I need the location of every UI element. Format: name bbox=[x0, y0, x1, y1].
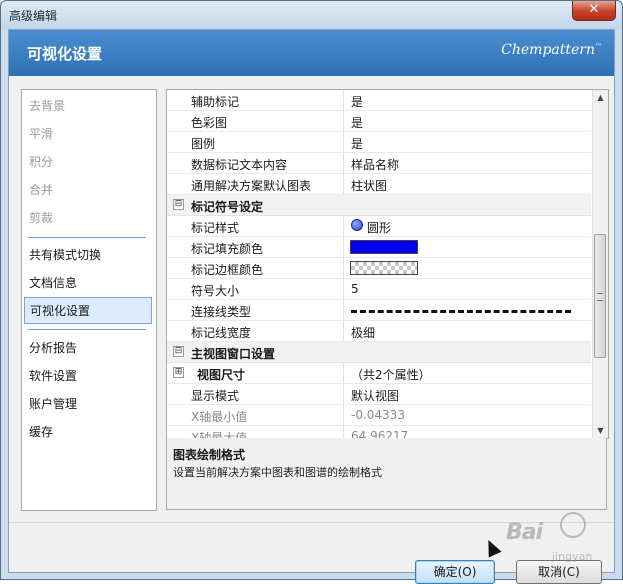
sidebar-item-integrate[interactable]: 积分 bbox=[24, 149, 152, 176]
property-name: X轴最小值 bbox=[191, 410, 248, 424]
property-value[interactable]: 是 bbox=[351, 135, 363, 152]
transparent-color-swatch[interactable] bbox=[350, 261, 418, 275]
property-name: 连接线类型 bbox=[191, 305, 252, 319]
collapse-icon[interactable]: ⊟ bbox=[173, 199, 184, 210]
category-title: 标记符号设定 bbox=[191, 200, 264, 214]
dashed-line-preview[interactable] bbox=[351, 310, 571, 313]
circle-marker-icon bbox=[351, 219, 363, 231]
property-row-marker-style[interactable]: 标记样式 圆形 bbox=[167, 216, 591, 237]
sidebar-item-smooth[interactable]: 平滑 bbox=[24, 121, 152, 148]
close-button[interactable]: ✕ bbox=[572, 1, 616, 21]
sidebar-item-visualization[interactable]: 可视化设置 bbox=[24, 297, 152, 324]
property-value: （共2个属性） bbox=[351, 368, 431, 382]
sidebar-item-document-info[interactable]: 文档信息 bbox=[24, 270, 152, 297]
property-row-fill-color[interactable]: 标记填充颜色 bbox=[167, 237, 591, 258]
collapse-icon[interactable]: ⊟ bbox=[173, 346, 184, 357]
property-value[interactable]: 样品名称 bbox=[351, 156, 399, 173]
property-name: 色彩图 bbox=[191, 116, 228, 130]
property-row[interactable]: 数据标记文本内容 样品名称 bbox=[167, 153, 591, 174]
property-grid: 辅助标记 是 色彩图 是 图例 是 数据标记文本内容 样品名称 通用解决方案默认… bbox=[166, 89, 609, 439]
property-row-x-min[interactable]: X轴最小值 -0.04333 bbox=[167, 405, 591, 426]
grip-icon bbox=[597, 293, 603, 301]
property-name: 辅助标记 bbox=[191, 95, 240, 109]
property-name: 数据标记文本内容 bbox=[191, 158, 288, 172]
scroll-up-icon[interactable]: ▲ bbox=[593, 90, 608, 105]
property-row[interactable]: 通用解决方案默认图表 柱状图 bbox=[167, 174, 591, 195]
window-title: 高级编辑 bbox=[9, 9, 58, 23]
watermark-brand: Bai bbox=[506, 520, 543, 545]
brand-name: Chempattern bbox=[501, 42, 595, 58]
property-name: 标记样式 bbox=[191, 221, 240, 235]
property-row[interactable]: 图例 是 bbox=[167, 132, 591, 153]
dialog-client-area: 可视化设置 Chempattern™ 去背景 平滑 积分 合并 剪裁 共有模式切… bbox=[8, 29, 615, 584]
trademark-symbol: ™ bbox=[595, 42, 602, 51]
property-value[interactable]: -0.04333 bbox=[351, 408, 405, 422]
dialog-window: 高级编辑 ✕ 可视化设置 Chempattern™ 去背景 平滑 积分 合并 剪… bbox=[0, 0, 623, 584]
ok-button[interactable]: 确定(O) bbox=[415, 560, 495, 584]
watermark-logo: Bai jingyan bbox=[500, 510, 618, 574]
sidebar-nav: 去背景 平滑 积分 合并 剪裁 共有模式切换 文档信息 可视化设置 分析报告 软… bbox=[21, 89, 157, 511]
property-value[interactable]: 是 bbox=[351, 114, 363, 131]
property-row-view-size[interactable]: ⊞ 视图尺寸 （共2个属性） bbox=[167, 363, 591, 384]
sidebar-item-cache[interactable]: 缓存 bbox=[24, 419, 152, 446]
sidebar-divider bbox=[28, 329, 146, 330]
section-header: 可视化设置 Chempattern™ bbox=[9, 30, 614, 76]
property-name: 标记边框颜色 bbox=[191, 263, 264, 277]
paw-icon bbox=[560, 512, 586, 538]
sidebar-divider bbox=[28, 237, 146, 238]
property-row[interactable]: 辅助标记 是 bbox=[167, 90, 591, 111]
property-value[interactable]: 极细 bbox=[351, 324, 375, 341]
fill-color-swatch[interactable] bbox=[350, 240, 418, 254]
description-text: 设置当前解决方案中图表和图谱的绘制格式 bbox=[173, 466, 382, 479]
property-value[interactable]: 默认视图 bbox=[351, 387, 399, 404]
property-value[interactable]: 柱状图 bbox=[351, 177, 387, 194]
sidebar-item-remove-background[interactable]: 去背景 bbox=[24, 93, 152, 120]
expand-icon[interactable]: ⊞ bbox=[173, 367, 184, 378]
vertical-scrollbar[interactable]: ▲ ▼ bbox=[592, 90, 608, 438]
category-view-settings[interactable]: ⊟ 主视图窗口设置 bbox=[167, 342, 591, 363]
property-name: 标记填充颜色 bbox=[191, 242, 264, 256]
sidebar-item-account[interactable]: 账户管理 bbox=[24, 391, 152, 418]
property-row-line-width[interactable]: 标记线宽度 极细 bbox=[167, 321, 591, 342]
property-name: 视图尺寸 bbox=[197, 368, 246, 382]
property-row-display-mode[interactable]: 显示模式 默认视图 bbox=[167, 384, 591, 405]
scroll-thumb[interactable] bbox=[594, 234, 606, 358]
property-value[interactable]: 圆形 bbox=[367, 219, 391, 236]
sidebar-item-crop[interactable]: 剪裁 bbox=[24, 205, 152, 232]
sidebar-item-merge[interactable]: 合并 bbox=[24, 177, 152, 204]
scroll-down-icon[interactable]: ▼ bbox=[593, 423, 608, 438]
category-marker-settings[interactable]: ⊟ 标记符号设定 bbox=[167, 195, 591, 216]
property-name: 符号大小 bbox=[191, 284, 240, 298]
property-name: 显示模式 bbox=[191, 389, 240, 403]
property-row-border-color[interactable]: 标记边框颜色 bbox=[167, 258, 591, 279]
brand-logo: Chempattern™ bbox=[501, 42, 602, 58]
sidebar-item-shared-mode[interactable]: 共有模式切换 bbox=[24, 242, 152, 269]
property-row-line-type[interactable]: 连接线类型 bbox=[167, 300, 591, 321]
property-name: 通用解决方案默认图表 bbox=[191, 179, 312, 193]
description-panel: 图表绘制格式 设置当前解决方案中图表和图谱的绘制格式 bbox=[166, 438, 607, 510]
property-value[interactable]: 是 bbox=[351, 93, 363, 110]
property-row-symbol-size[interactable]: 符号大小 5 bbox=[167, 279, 591, 300]
property-name: 图例 bbox=[191, 137, 216, 151]
description-title: 图表绘制格式 bbox=[173, 448, 246, 462]
category-title: 主视图窗口设置 bbox=[191, 347, 276, 361]
property-name: 标记线宽度 bbox=[191, 326, 252, 340]
title-bar[interactable]: 高级编辑 ✕ bbox=[1, 1, 622, 29]
watermark-sub: jingyan bbox=[552, 550, 593, 563]
property-row[interactable]: 色彩图 是 bbox=[167, 111, 591, 132]
sidebar-item-software-settings[interactable]: 软件设置 bbox=[24, 363, 152, 390]
property-value[interactable]: 5 bbox=[351, 282, 359, 296]
dialog-body: 去背景 平滑 积分 合并 剪裁 共有模式切换 文档信息 可视化设置 分析报告 软… bbox=[9, 76, 614, 584]
page-title: 可视化设置 bbox=[27, 45, 103, 63]
sidebar-item-analysis-report[interactable]: 分析报告 bbox=[24, 335, 152, 362]
